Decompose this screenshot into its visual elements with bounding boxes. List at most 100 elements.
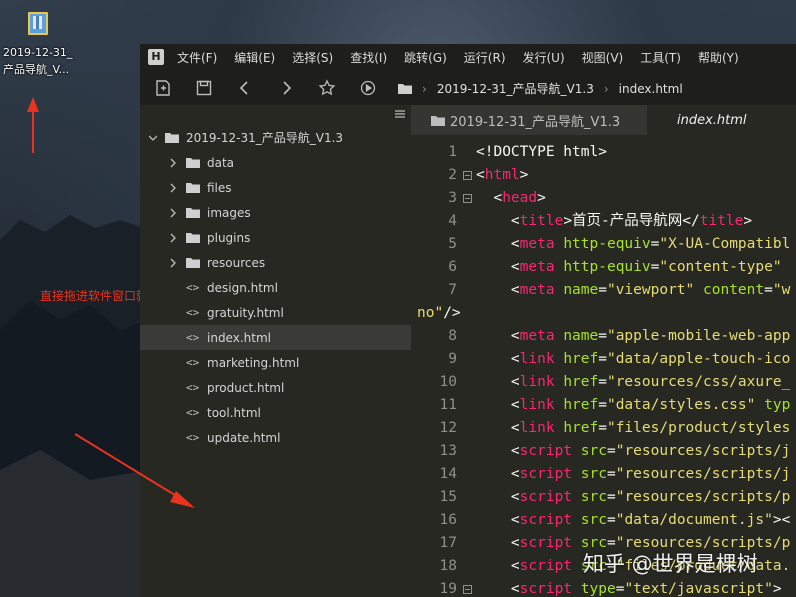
menu-goto[interactable]: 跳转(G) bbox=[404, 44, 447, 72]
code-token: "text/javascript" bbox=[624, 581, 773, 597]
code-token: script bbox=[519, 558, 573, 574]
code-editor[interactable]: 1 <!DOCTYPE html> 2 <html> 3 <head> 4 <title>… bbox=[411, 135, 796, 597]
tree-file-update[interactable]: <> update.html bbox=[140, 425, 411, 450]
tree-file-design[interactable]: <> design.html bbox=[140, 275, 411, 300]
code-line[interactable]: 19 <script type="text/javascript"> bbox=[411, 578, 796, 597]
tree-root-folder[interactable]: 2019-12-31_产品导航_V1.3 bbox=[140, 125, 411, 150]
breadcrumb-file[interactable]: index.html bbox=[619, 82, 683, 96]
code-token: link bbox=[519, 351, 555, 367]
code-token: http-equiv bbox=[563, 236, 651, 252]
folder-icon bbox=[186, 183, 200, 193]
breadcrumb-folder[interactable]: 2019-12-31_产品导航_V1.3 bbox=[437, 80, 594, 97]
new-file-icon[interactable] bbox=[153, 78, 173, 98]
html-file-icon: <> bbox=[186, 431, 200, 444]
code-token: = bbox=[598, 282, 607, 298]
tree-folder-data[interactable]: data bbox=[140, 150, 411, 175]
tree-file-label: marketing.html bbox=[207, 355, 300, 370]
star-icon[interactable] bbox=[317, 78, 337, 98]
code-line[interactable]: 5 <meta http-equiv="X-UA-Compatibl bbox=[411, 233, 796, 256]
tree-folder-resources[interactable]: resources bbox=[140, 250, 411, 275]
menu-file[interactable]: 文件(F) bbox=[177, 44, 217, 72]
code-token: = bbox=[606, 443, 616, 459]
tree-file-tool[interactable]: <> tool.html bbox=[140, 400, 411, 425]
code-token: < bbox=[476, 374, 520, 390]
tree-root-label: 2019-12-31_产品导航_V1.3 bbox=[186, 131, 344, 145]
forward-icon[interactable] bbox=[276, 78, 296, 98]
code-line[interactable]: 12 <link href="files/product/styles bbox=[411, 417, 796, 440]
menu-view[interactable]: 视图(V) bbox=[582, 44, 624, 72]
code-token: < bbox=[476, 489, 520, 505]
code-line[interactable]: 3 <head> bbox=[411, 187, 796, 210]
code-line[interactable]: 14 <script src="resources/scripts/j bbox=[411, 463, 796, 486]
folder-icon bbox=[431, 115, 445, 126]
sidebar-menu-icon[interactable] bbox=[395, 109, 405, 119]
run-icon[interactable] bbox=[358, 78, 378, 98]
code-token: "resources/scripts/p bbox=[615, 489, 791, 505]
code-token: script bbox=[519, 535, 573, 551]
code-line[interactable]: 13 <script src="resources/scripts/j bbox=[411, 440, 796, 463]
line-number: 11 bbox=[439, 397, 457, 413]
code-token: script bbox=[519, 443, 573, 459]
menu-help[interactable]: 帮助(Y) bbox=[698, 44, 739, 72]
tree-file-gratuity[interactable]: <> gratuity.html bbox=[140, 300, 411, 325]
code-text: <script src="resources/scripts/p bbox=[476, 486, 790, 509]
fold-toggle-icon[interactable] bbox=[463, 171, 472, 180]
tree-file-marketing[interactable]: <> marketing.html bbox=[140, 350, 411, 375]
tree-folder-images[interactable]: images bbox=[140, 200, 411, 225]
menu-run[interactable]: 运行(R) bbox=[464, 44, 506, 72]
chevron-right-icon bbox=[170, 183, 176, 193]
code-line[interactable]: 6 <meta http-equiv="content-type" bbox=[411, 256, 796, 279]
tree-file-product[interactable]: <> product.html bbox=[140, 375, 411, 400]
code-line[interactable]: 2 <html> bbox=[411, 164, 796, 187]
tree-folder-files[interactable]: files bbox=[140, 175, 411, 200]
code-line[interactable]: 7 <meta name="viewport" content="w bbox=[411, 279, 796, 302]
code-text: <script src="data/document.js">< bbox=[476, 509, 790, 532]
tree-file-index[interactable]: <> index.html bbox=[140, 325, 411, 350]
menu-find[interactable]: 查找(I) bbox=[350, 44, 387, 72]
code-token: src bbox=[580, 489, 607, 505]
code-line[interactable]: no"/> bbox=[411, 302, 796, 325]
code-token: < bbox=[476, 581, 520, 597]
code-token: = bbox=[598, 397, 607, 413]
code-text: <html> bbox=[476, 164, 528, 187]
folder-icon bbox=[186, 208, 200, 218]
tab-index-html[interactable]: index.html bbox=[647, 105, 796, 135]
code-token: html bbox=[484, 167, 520, 183]
fold-toggle-icon[interactable] bbox=[463, 194, 472, 203]
code-token: script bbox=[519, 512, 573, 528]
code-line[interactable]: 8 <meta name="apple-mobile-web-app bbox=[411, 325, 796, 348]
project-explorer: 2019-12-31_产品导航_V1.3 data files images p… bbox=[140, 105, 411, 597]
code-line[interactable]: 9 <link href="data/apple-touch-ico bbox=[411, 348, 796, 371]
code-token: link bbox=[519, 397, 555, 413]
code-line[interactable]: 4 <title>首页-产品导航网</title> bbox=[411, 210, 796, 233]
menu-tools[interactable]: 工具(T) bbox=[640, 44, 681, 72]
save-icon[interactable] bbox=[194, 78, 214, 98]
menu-publish[interactable]: 发行(U) bbox=[523, 44, 565, 72]
code-line[interactable]: 15 <script src="resources/scripts/p bbox=[411, 486, 796, 509]
menu-select[interactable]: 选择(S) bbox=[292, 44, 333, 72]
folder-icon bbox=[398, 84, 412, 94]
fold-toggle-icon[interactable] bbox=[463, 585, 472, 594]
code-token: href bbox=[563, 397, 599, 413]
code-token: < bbox=[476, 466, 520, 482]
code-token: = bbox=[606, 512, 616, 528]
back-icon[interactable] bbox=[235, 78, 255, 98]
tree-folder-plugins[interactable]: plugins bbox=[140, 225, 411, 250]
code-text: <script type="text/javascript"> bbox=[476, 578, 782, 597]
code-text: <link href="files/product/styles bbox=[476, 417, 790, 440]
code-token: = bbox=[606, 489, 616, 505]
menu-edit[interactable]: 编辑(E) bbox=[234, 44, 275, 72]
tab-project[interactable]: 2019-12-31_产品导航_V1.3 bbox=[411, 105, 647, 135]
code-line[interactable]: 16 <script src="data/document.js">< bbox=[411, 509, 796, 532]
code-token: link bbox=[519, 420, 555, 436]
code-line[interactable]: 1 <!DOCTYPE html> bbox=[411, 141, 796, 164]
code-line[interactable]: 11 <link href="data/styles.css" typ bbox=[411, 394, 796, 417]
chevron-right-icon bbox=[170, 208, 176, 218]
code-line[interactable]: 10 <link href="resources/css/axure_ bbox=[411, 371, 796, 394]
tree-file-label: gratuity.html bbox=[207, 305, 284, 320]
